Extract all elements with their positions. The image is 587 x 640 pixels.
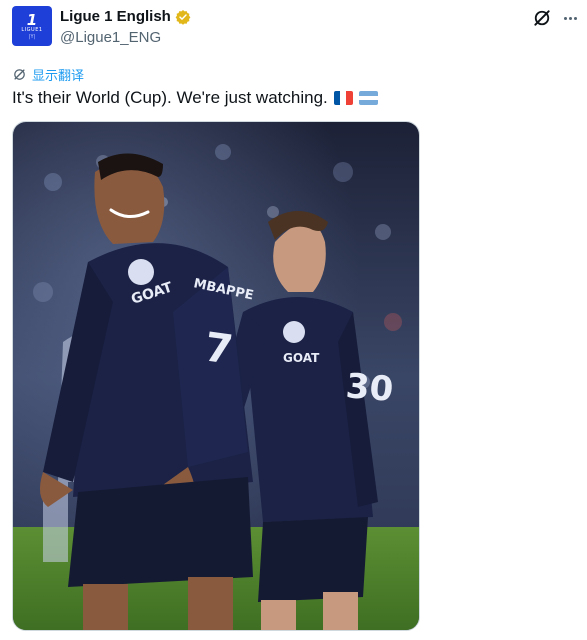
more-options-icon[interactable] bbox=[561, 9, 579, 27]
account-name-row: Ligue 1 English bbox=[60, 8, 191, 25]
verified-badge-icon bbox=[175, 9, 191, 25]
show-translation-link[interactable]: 显示翻译 bbox=[12, 65, 84, 84]
tweet-body: It's their World (Cup). We're just watch… bbox=[12, 88, 328, 107]
photo-illustration: GOAT 30 GOAT MBAPPE 7 bbox=[13, 122, 419, 630]
avatar-sub-text: |Y| bbox=[28, 33, 36, 40]
translate-label: 显示翻译 bbox=[32, 69, 85, 84]
tweet-photo[interactable]: GOAT 30 GOAT MBAPPE 7 bbox=[12, 121, 420, 631]
avatar-brand-text: LIGUE1 bbox=[21, 26, 43, 33]
account-avatar[interactable]: 1 LIGUE1 |Y| bbox=[12, 6, 52, 46]
translate-icon bbox=[14, 69, 25, 80]
display-name[interactable]: Ligue 1 English bbox=[60, 8, 171, 25]
jersey-right-number: 30 bbox=[344, 366, 395, 410]
france-flag-icon bbox=[333, 91, 353, 105]
grok-icon[interactable] bbox=[532, 8, 552, 28]
account-handle[interactable]: @Ligue1_ENG bbox=[60, 29, 161, 46]
tweet-text: It's their World (Cup). We're just watch… bbox=[12, 88, 378, 108]
tweet-card: 1 LIGUE1 |Y| Ligue 1 English @Ligue1_ENG… bbox=[0, 0, 587, 640]
tweet-footer-peek bbox=[12, 634, 587, 640]
avatar-logo-number: 1 bbox=[26, 10, 38, 29]
jersey-right-sponsor: GOAT bbox=[283, 351, 320, 365]
argentina-flag-icon bbox=[358, 91, 378, 105]
